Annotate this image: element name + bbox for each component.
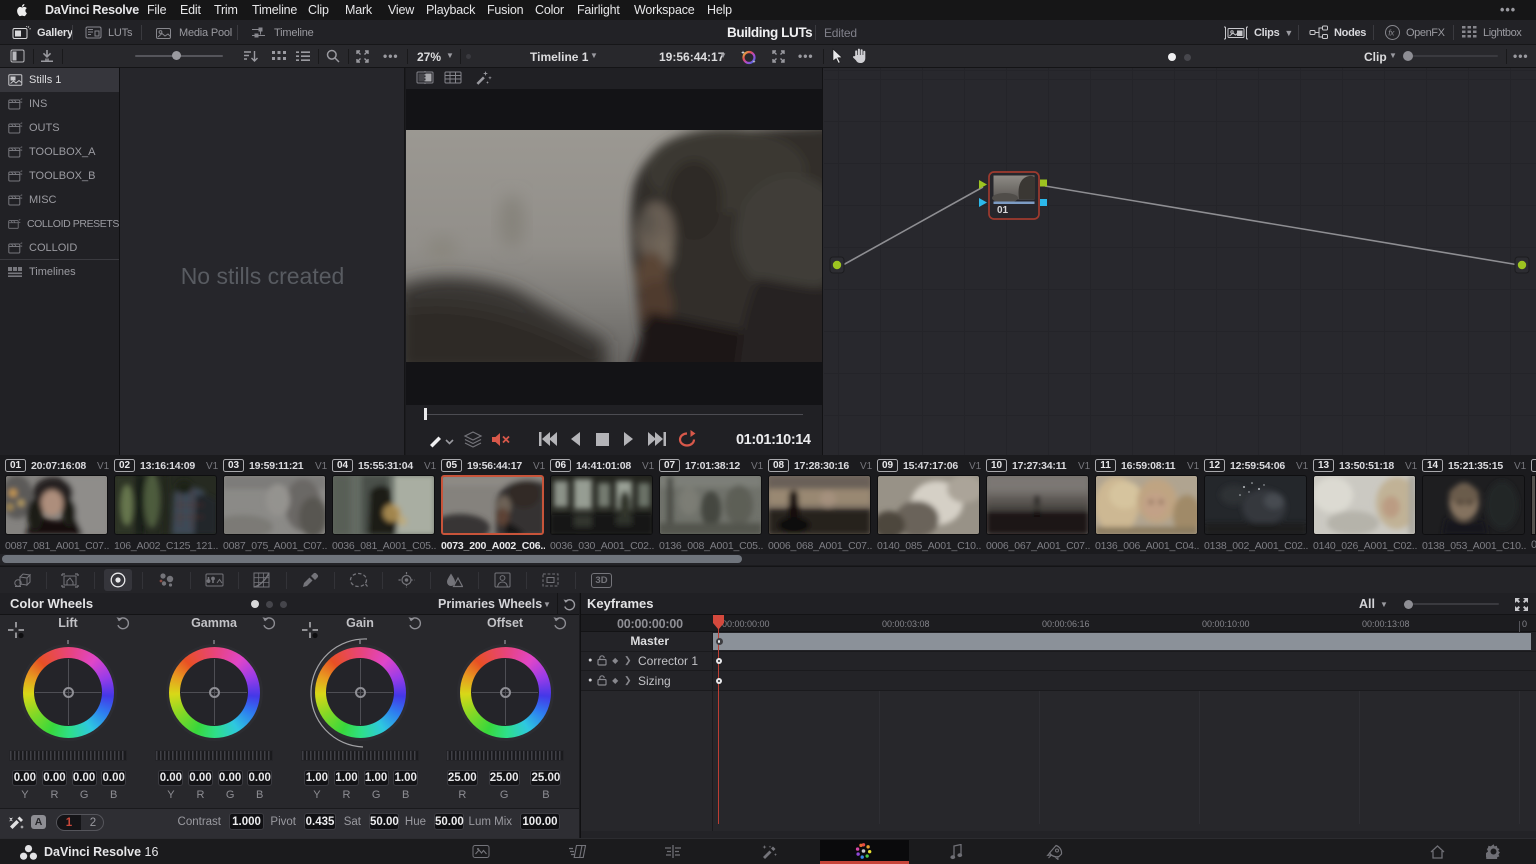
svg-text:fx: fx bbox=[1388, 28, 1395, 38]
